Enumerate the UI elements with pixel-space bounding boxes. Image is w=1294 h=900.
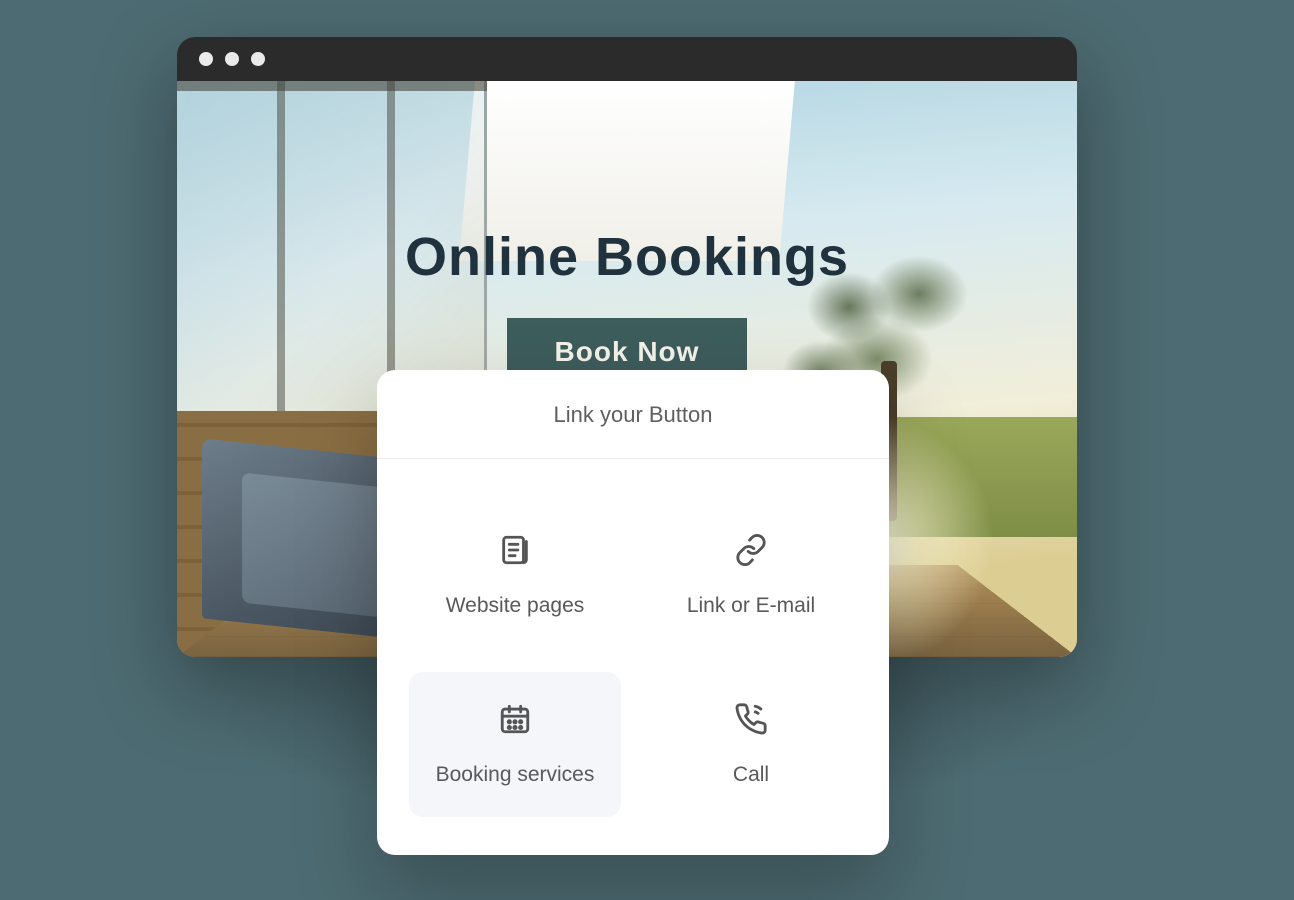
option-label: Booking services [436, 763, 595, 787]
link-icon [734, 533, 768, 572]
option-label: Website pages [446, 594, 585, 618]
pages-icon [498, 533, 532, 572]
window-control-minimize[interactable] [225, 52, 239, 66]
popover-title: Link your Button [377, 370, 889, 459]
window-control-close[interactable] [199, 52, 213, 66]
window-control-maximize[interactable] [251, 52, 265, 66]
link-options-grid: Website pages Link or E-mail [377, 459, 889, 855]
option-booking-services[interactable]: Booking services [409, 672, 621, 817]
phone-icon [734, 702, 768, 741]
page-title: Online Bookings [177, 226, 1077, 288]
option-call[interactable]: Call [645, 672, 857, 817]
link-button-popover: Link your Button Website pages [377, 370, 889, 855]
option-label: Link or E-mail [687, 594, 815, 618]
option-label: Call [733, 763, 769, 787]
option-link-or-email[interactable]: Link or E-mail [645, 503, 857, 648]
option-website-pages[interactable]: Website pages [409, 503, 621, 648]
browser-titlebar [177, 37, 1077, 81]
calendar-icon [498, 702, 532, 741]
